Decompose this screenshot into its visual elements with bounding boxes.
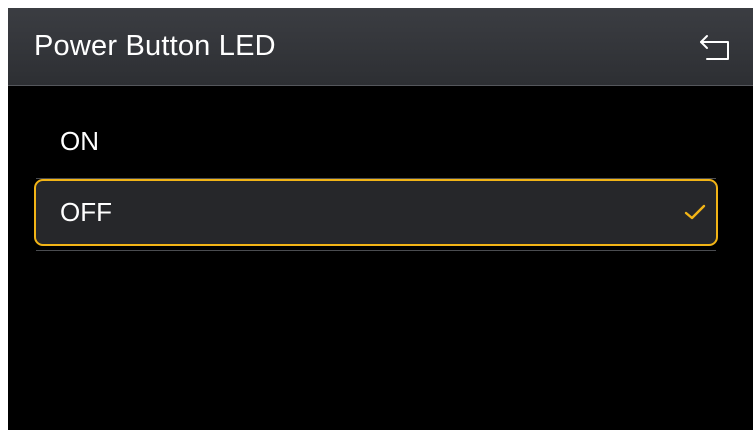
checkmark-icon bbox=[684, 204, 706, 220]
divider bbox=[36, 250, 716, 251]
settings-screen: Power Button LED ON OFF bbox=[8, 8, 753, 430]
option-on[interactable]: ON bbox=[36, 107, 716, 179]
option-off-label: OFF bbox=[60, 197, 112, 227]
option-off[interactable]: OFF bbox=[34, 179, 718, 251]
option-list: ON OFF bbox=[34, 107, 718, 251]
header-bar: Power Button LED bbox=[8, 8, 753, 86]
option-on-label: ON bbox=[60, 126, 99, 156]
selected-highlight bbox=[34, 179, 718, 246]
page-title: Power Button LED bbox=[34, 30, 276, 62]
back-button[interactable] bbox=[697, 28, 737, 64]
back-arrow-icon bbox=[700, 35, 729, 60]
